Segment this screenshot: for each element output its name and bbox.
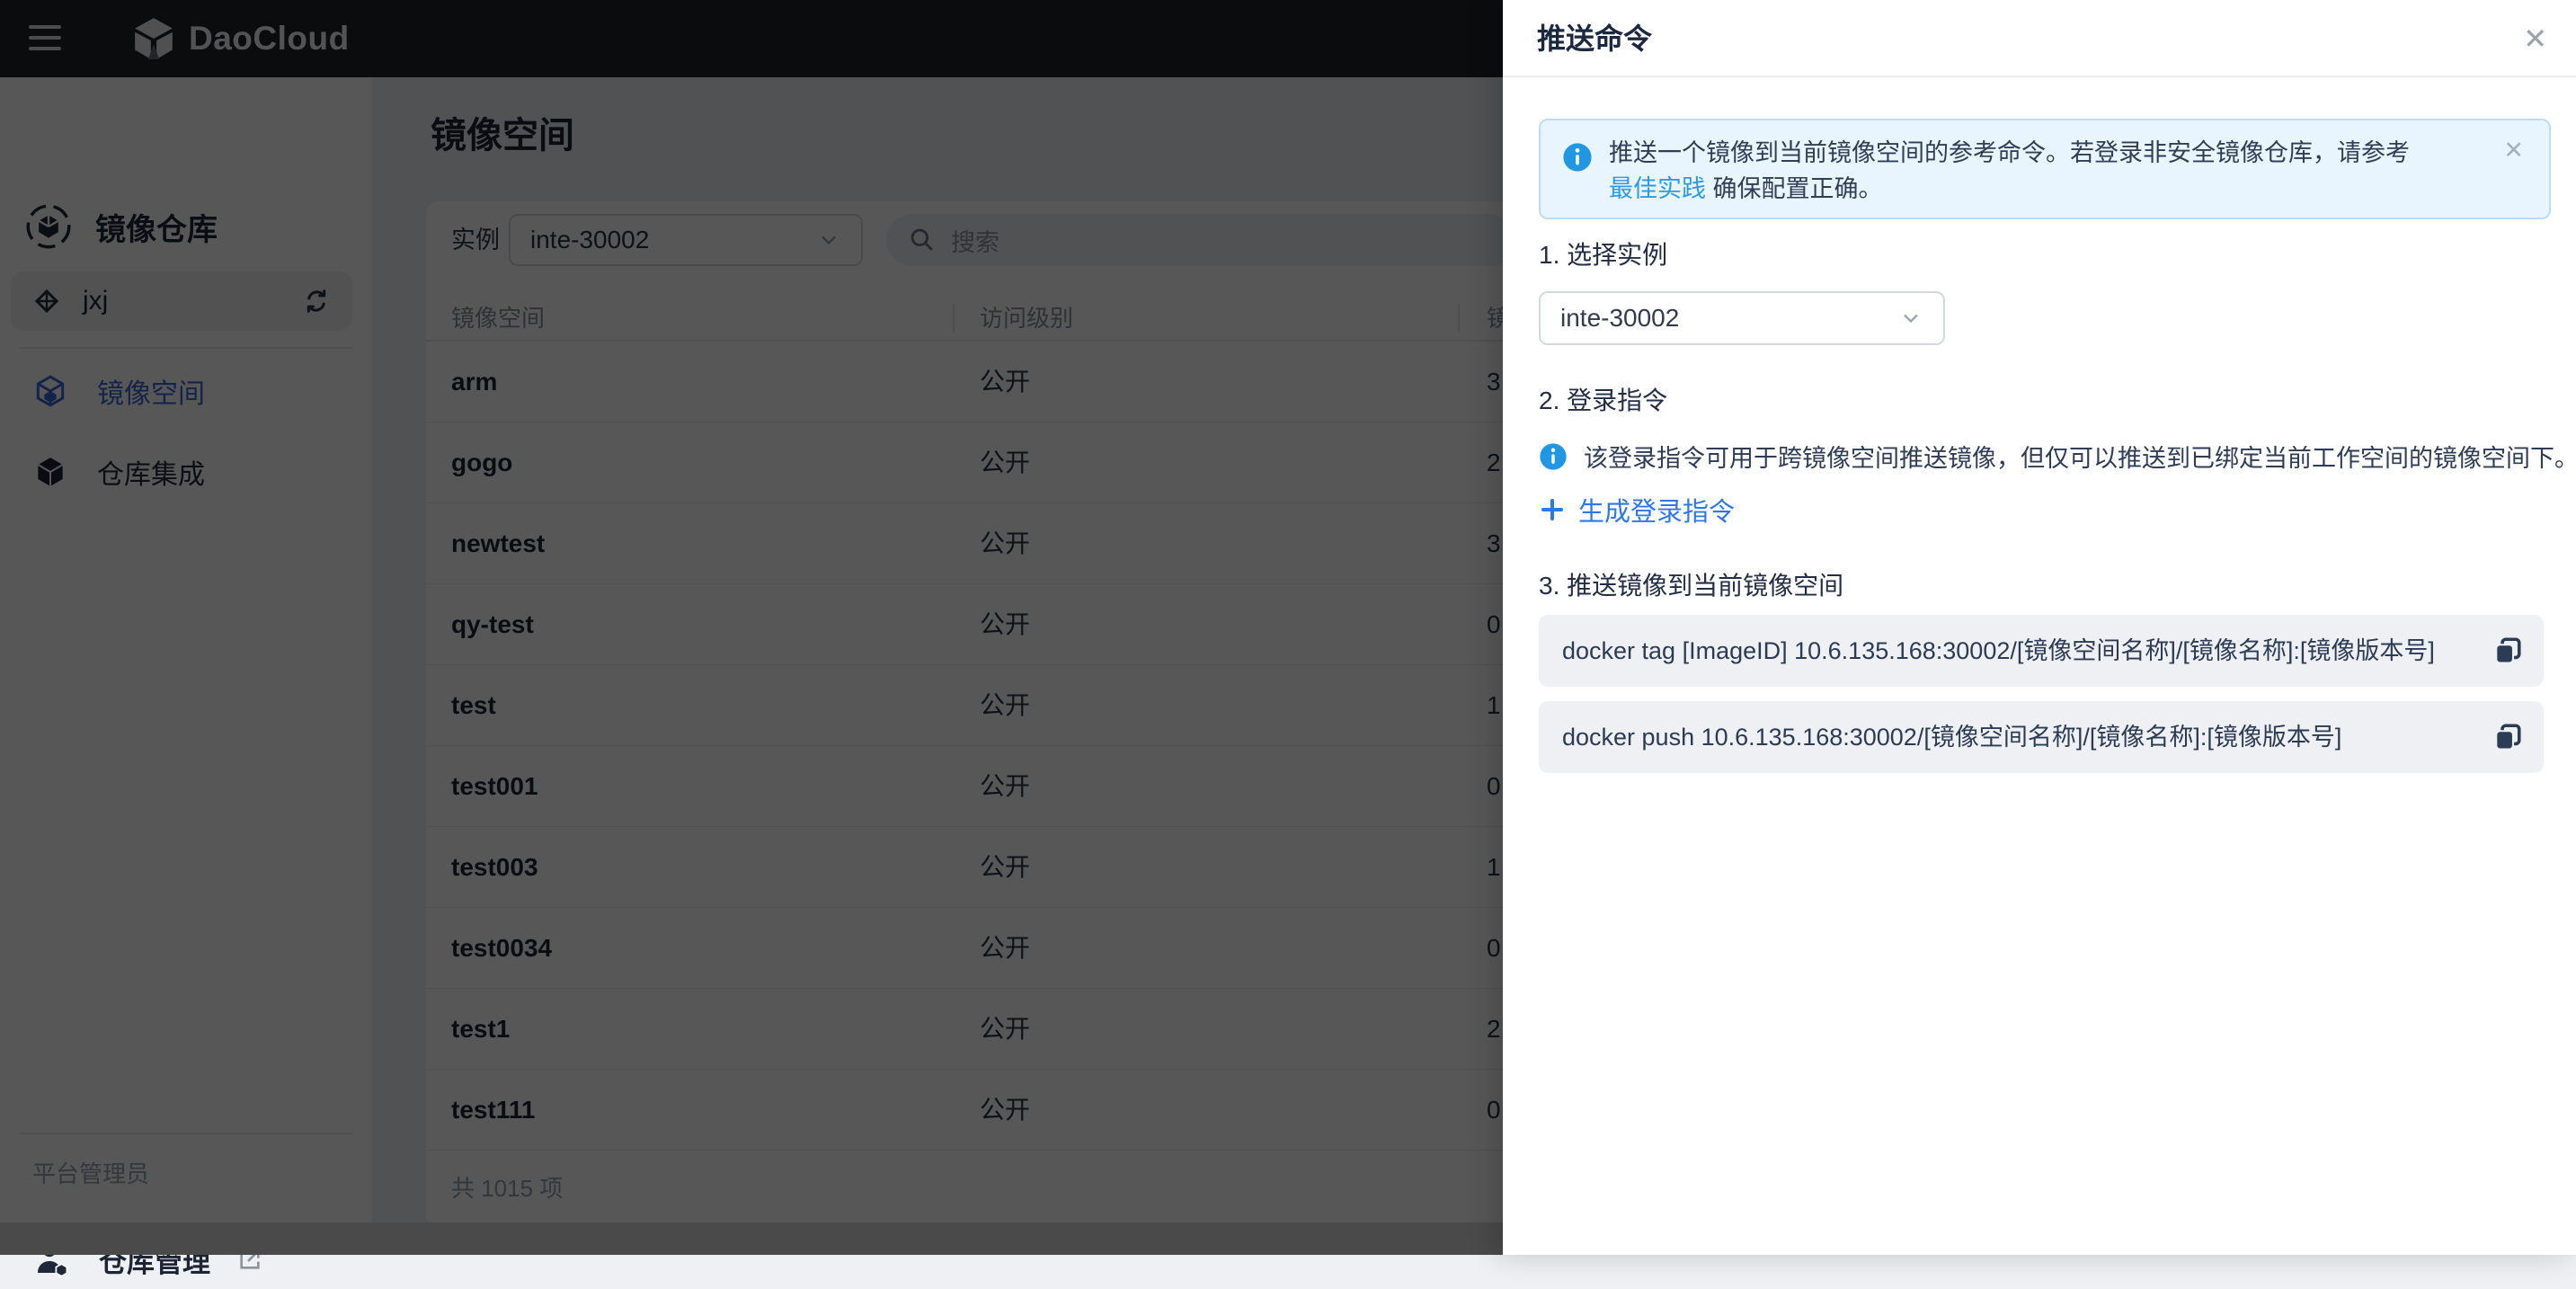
drawer-header: 推送命令 ✕ (1503, 0, 2576, 77)
docker-push-command-box: docker push 10.6.135.168:30002/[镜像空间名称]/… (1539, 701, 2544, 773)
info-icon (1562, 142, 1593, 173)
info-alert: 推送一个镜像到当前镜像空间的参考命令。若登录非安全镜像仓库，请参考 最佳实践 确… (1539, 119, 2551, 219)
close-icon[interactable]: ✕ (2523, 0, 2547, 77)
plus-icon (1539, 496, 1566, 523)
best-practice-link[interactable]: 最佳实践 (1609, 175, 1706, 202)
docker-tag-command-box: docker tag [ImageID] 10.6.135.168:30002/… (1539, 615, 2544, 687)
info-icon (1539, 442, 1568, 471)
drawer-instance-select[interactable]: inte-30002 (1539, 291, 1945, 345)
step2-info-row: 该登录指令可用于跨镜像空间推送镜像，但仅可以推送到已绑定当前工作空间的镜像空间下… (1539, 439, 2576, 474)
step2-title: 2. 登录指令 (1539, 381, 1667, 417)
drawer-instance-value: inte-30002 (1560, 304, 1898, 333)
alert-close-icon[interactable]: ✕ (2503, 137, 2524, 164)
step2-info-text: 该登录指令可用于跨镜像空间推送镜像，但仅可以推送到已绑定当前工作空间的镜像空间下… (1584, 439, 2576, 474)
alert-text: 推送一个镜像到当前镜像空间的参考命令。若登录非安全镜像仓库，请参考 最佳实践 确… (1609, 135, 2454, 207)
copy-icon[interactable] (2492, 721, 2524, 753)
step3-title: 3. 推送镜像到当前镜像空间 (1539, 566, 1843, 602)
alert-line2-tail: 确保配置正确。 (1713, 175, 1883, 202)
alert-line1: 推送一个镜像到当前镜像空间的参考命令。若登录非安全镜像仓库，请参考 (1609, 135, 2454, 171)
push-command-drawer: 推送命令 ✕ 推送一个镜像到当前镜像空间的参考命令。若登录非安全镜像仓库，请参考… (1503, 0, 2576, 1255)
copy-icon[interactable] (2492, 635, 2524, 667)
alert-line2: 最佳实践 确保配置正确。 (1609, 171, 2454, 207)
docker-tag-command: docker tag [ImageID] 10.6.135.168:30002/… (1562, 615, 2435, 687)
chevron-down-icon (1898, 306, 1923, 331)
docker-push-command: docker push 10.6.135.168:30002/[镜像空间名称]/… (1562, 701, 2341, 773)
generate-login-command-link[interactable]: 生成登录指令 (1539, 491, 1735, 529)
drawer-title: 推送命令 (1537, 0, 1652, 77)
step1-title: 1. 选择实例 (1539, 236, 1667, 271)
generate-login-command-label: 生成登录指令 (1578, 491, 1735, 529)
